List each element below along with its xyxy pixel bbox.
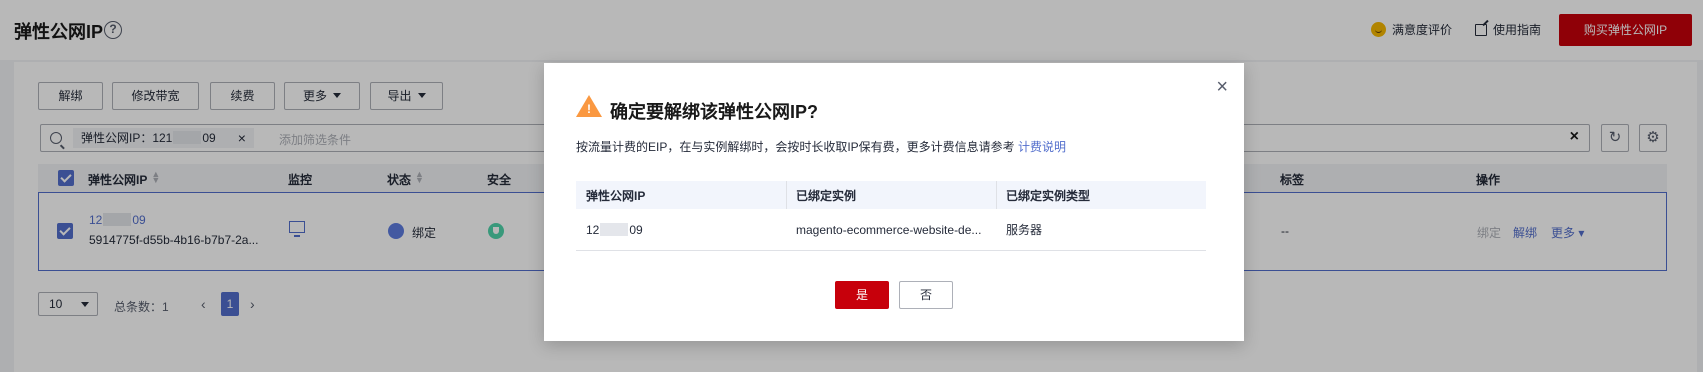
dialog-table-row: 12 09 magento-ecommerce-website-de... 服务器 bbox=[576, 209, 1206, 251]
unbind-confirm-dialog: × ! 确定要解绑该弹性公网IP? 按流量计费的EIP，在与实例解绑时，会按时长… bbox=[544, 63, 1244, 341]
warning-mark: ! bbox=[587, 102, 591, 116]
dialog-col-instance-type: 已绑定实例类型 bbox=[1006, 188, 1091, 203]
dialog-col-instance: 已绑定实例 bbox=[796, 188, 857, 203]
dialog-table: 弹性公网IP 已绑定实例 已绑定实例类型 12 09 magento-ecomme… bbox=[576, 181, 1206, 251]
close-icon[interactable]: × bbox=[1216, 77, 1228, 97]
dialog-table-header: 弹性公网IP 已绑定实例 已绑定实例类型 bbox=[576, 181, 1206, 209]
dialog-row-ip: 12 09 bbox=[586, 222, 643, 237]
confirm-yes-button[interactable]: 是 bbox=[835, 281, 889, 309]
dialog-col-ip: 弹性公网IP bbox=[586, 188, 646, 203]
dialog-title: 确定要解绑该弹性公网IP? bbox=[610, 102, 819, 122]
dialog-row-instance-type: 服务器 bbox=[1006, 223, 1043, 237]
confirm-no-button[interactable]: 否 bbox=[899, 281, 953, 309]
dialog-row-instance: magento-ecommerce-website-de... bbox=[796, 222, 982, 237]
billing-info-link[interactable]: 计费说明 bbox=[1018, 140, 1066, 154]
dialog-description: 按流量计费的EIP，在与实例解绑时，会按时长收取IP保有费，更多计费信息请参考 … bbox=[576, 140, 1067, 154]
